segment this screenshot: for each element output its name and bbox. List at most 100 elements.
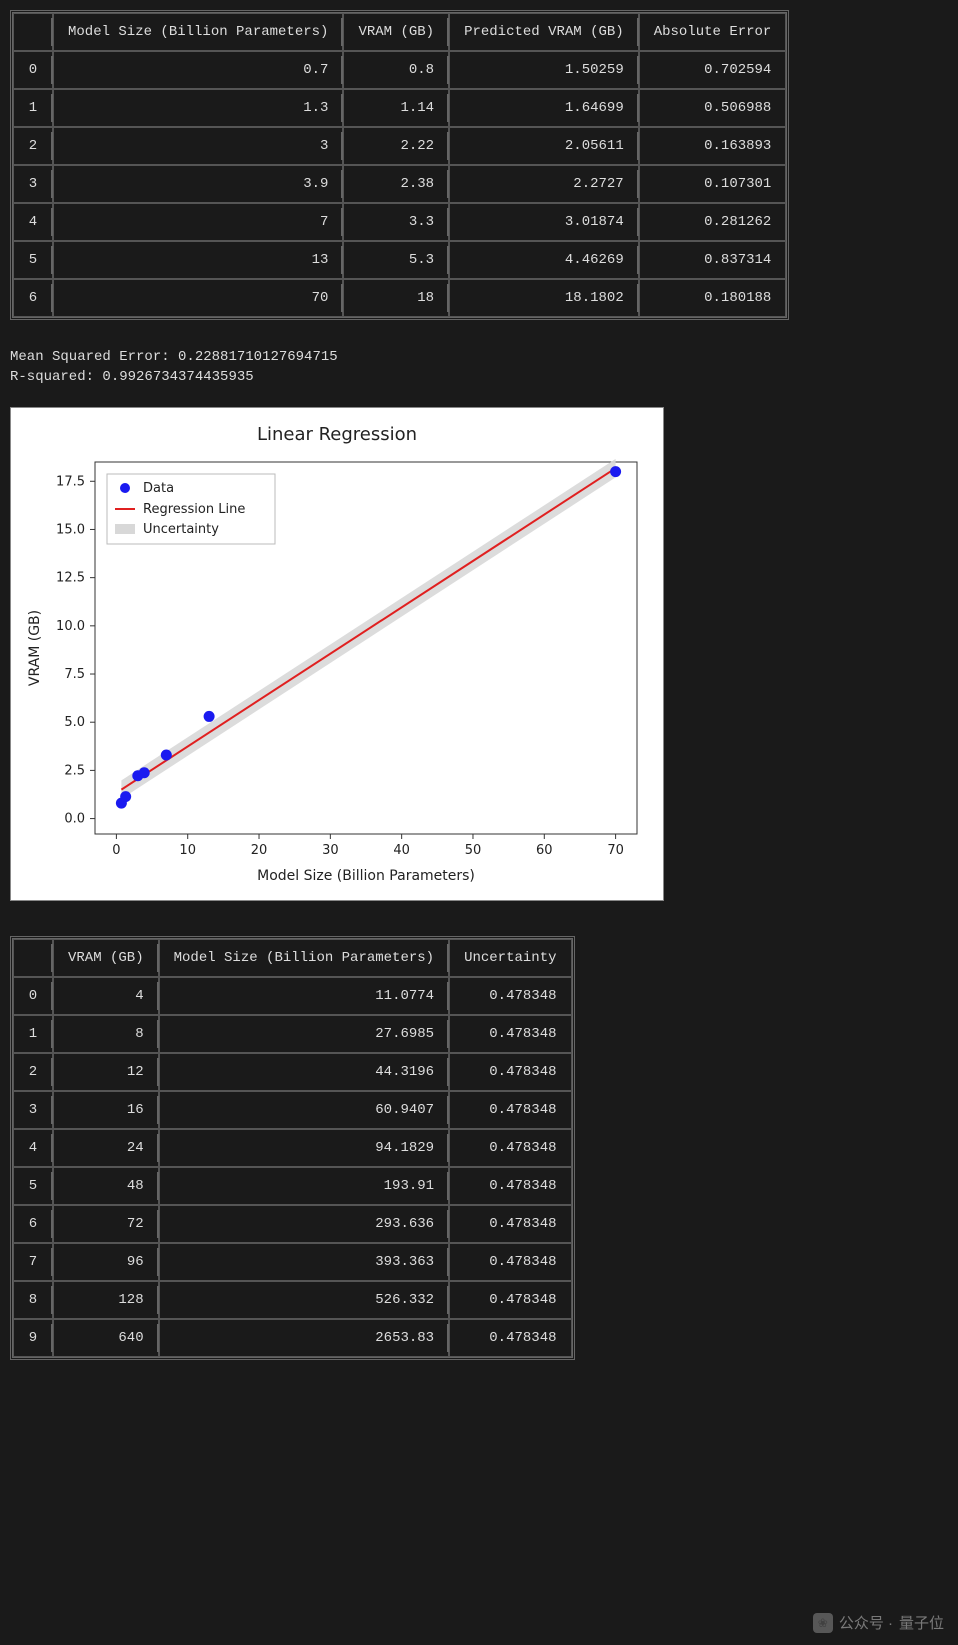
svg-text:Linear Regression: Linear Regression [257, 424, 417, 445]
table-cell: 193.91 [159, 1167, 449, 1205]
table-cell: 1.3 [53, 89, 343, 127]
table-cell: 1 [13, 1015, 53, 1053]
table-cell: 128 [53, 1281, 159, 1319]
table-row: 42494.18290.478348 [13, 1129, 572, 1167]
table-cell: 0.478348 [449, 1015, 571, 1053]
table-cell: 0 [13, 977, 53, 1015]
svg-text:60: 60 [536, 843, 553, 858]
table-cell: 48 [53, 1167, 159, 1205]
table-cell: 4 [13, 1129, 53, 1167]
table-cell: 3.01874 [449, 203, 639, 241]
table-cell: 0.281262 [639, 203, 787, 241]
watermark-prefix: 公众号 · [839, 1612, 893, 1633]
svg-text:2.5: 2.5 [64, 764, 85, 779]
table-cell: 0.478348 [449, 1091, 571, 1129]
svg-text:30: 30 [322, 843, 339, 858]
table-row: 11.31.141.646990.506988 [13, 89, 786, 127]
table-cell: 4 [13, 203, 53, 241]
table-row: 232.222.056110.163893 [13, 127, 786, 165]
table-cell: 0.478348 [449, 1281, 571, 1319]
table-cell: 7 [53, 203, 343, 241]
svg-text:17.5: 17.5 [56, 474, 85, 489]
results-table-2: VRAM (GB)Model Size (Billion Parameters)… [10, 936, 575, 1360]
table-cell: 0.7 [53, 51, 343, 89]
svg-text:10: 10 [179, 843, 196, 858]
table-row: 00.70.81.502590.702594 [13, 51, 786, 89]
table1-header: Absolute Error [639, 13, 787, 51]
table-row: 6701818.18020.180188 [13, 279, 786, 317]
table-cell: 0.478348 [449, 1053, 571, 1091]
table-cell: 1.64699 [449, 89, 639, 127]
table-cell: 4 [53, 977, 159, 1015]
table-cell: 0.107301 [639, 165, 787, 203]
table-row: 31660.94070.478348 [13, 1091, 572, 1129]
svg-text:7.5: 7.5 [64, 667, 85, 682]
table-cell: 70 [53, 279, 343, 317]
svg-text:15.0: 15.0 [56, 523, 85, 538]
table-row: 21244.31960.478348 [13, 1053, 572, 1091]
svg-text:70: 70 [607, 843, 624, 858]
table-row: 1827.69850.478348 [13, 1015, 572, 1053]
table-cell: 2 [13, 1053, 53, 1091]
table-cell: 72 [53, 1205, 159, 1243]
regression-chart: Linear Regression0102030405060700.02.55.… [10, 407, 664, 901]
stats-output: Mean Squared Error: 0.22881710127694715 … [10, 328, 948, 407]
table-cell: 5 [13, 241, 53, 279]
mse-label: Mean Squared Error: [10, 349, 178, 365]
table-cell: 94.1829 [159, 1129, 449, 1167]
svg-text:5.0: 5.0 [64, 715, 85, 730]
table-cell: 6 [13, 1205, 53, 1243]
svg-text:0.0: 0.0 [64, 812, 85, 827]
table-row: 473.33.018740.281262 [13, 203, 786, 241]
svg-text:Regression Line: Regression Line [143, 502, 245, 517]
table-row: 33.92.382.27270.107301 [13, 165, 786, 203]
table-row: 672293.6360.478348 [13, 1205, 572, 1243]
table-row: 548193.910.478348 [13, 1167, 572, 1205]
table-cell: 3.9 [53, 165, 343, 203]
watermark: ❀ 公众号 · 量子位 [813, 1612, 944, 1633]
table-cell: 0.163893 [639, 127, 787, 165]
table-row: 8128526.3320.478348 [13, 1281, 572, 1319]
table-cell: 0.478348 [449, 1205, 571, 1243]
results-table-1: Model Size (Billion Parameters)VRAM (GB)… [10, 10, 789, 320]
table-cell: 3 [13, 165, 53, 203]
table-cell: 12 [53, 1053, 159, 1091]
table-cell: 1.14 [343, 89, 449, 127]
table2-header: Model Size (Billion Parameters) [159, 939, 449, 977]
table-cell: 2653.83 [159, 1319, 449, 1357]
table-cell: 6 [13, 279, 53, 317]
table-row: 5135.34.462690.837314 [13, 241, 786, 279]
svg-text:Model Size (Billion Parameters: Model Size (Billion Parameters) [257, 868, 475, 884]
table1-header [13, 13, 53, 51]
svg-text:10.0: 10.0 [56, 619, 85, 634]
table1-header: Model Size (Billion Parameters) [53, 13, 343, 51]
table-cell: 16 [53, 1091, 159, 1129]
table-cell: 0.837314 [639, 241, 787, 279]
table-cell: 9 [13, 1319, 53, 1357]
table-cell: 0.478348 [449, 1129, 571, 1167]
table-cell: 3.3 [343, 203, 449, 241]
table-cell: 18 [343, 279, 449, 317]
table-cell: 4.46269 [449, 241, 639, 279]
table-cell: 24 [53, 1129, 159, 1167]
table-cell: 2 [13, 127, 53, 165]
table-cell: 1.50259 [449, 51, 639, 89]
wechat-icon: ❀ [813, 1613, 833, 1633]
table-cell: 8 [53, 1015, 159, 1053]
table-cell: 96 [53, 1243, 159, 1281]
svg-text:VRAM (GB): VRAM (GB) [27, 610, 43, 686]
table-cell: 0.478348 [449, 1167, 571, 1205]
table-cell: 5.3 [343, 241, 449, 279]
svg-text:12.5: 12.5 [56, 571, 85, 586]
table2-header: VRAM (GB) [53, 939, 159, 977]
table-cell: 0 [13, 51, 53, 89]
table-cell: 60.9407 [159, 1091, 449, 1129]
table-cell: 0.478348 [449, 1319, 571, 1357]
svg-text:Data: Data [143, 481, 174, 496]
table-cell: 293.636 [159, 1205, 449, 1243]
table2-header: Uncertainty [449, 939, 571, 977]
table-cell: 0.506988 [639, 89, 787, 127]
table-row: 796393.3630.478348 [13, 1243, 572, 1281]
table-cell: 0.8 [343, 51, 449, 89]
table-cell: 5 [13, 1167, 53, 1205]
